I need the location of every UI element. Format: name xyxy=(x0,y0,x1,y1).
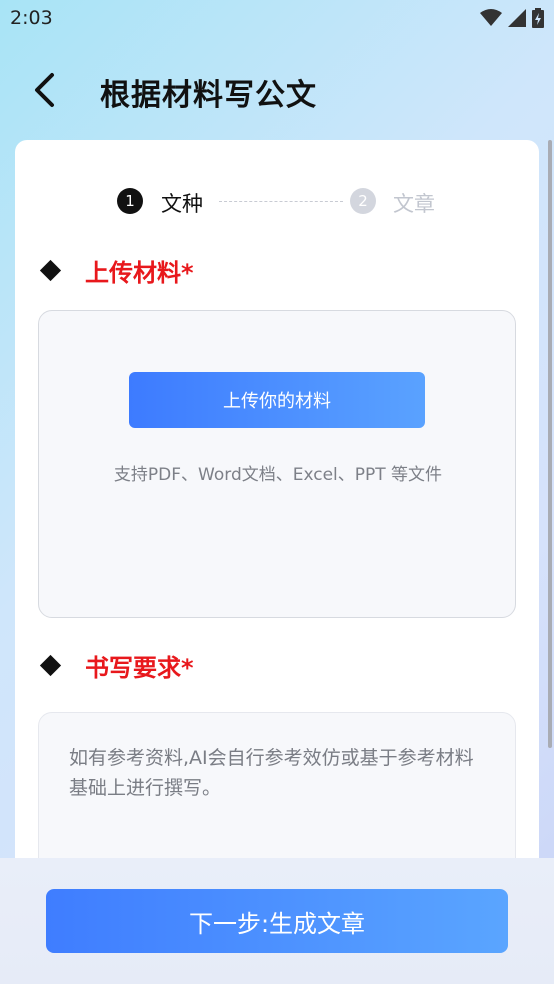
next-step-button[interactable]: 下一步:生成文章 xyxy=(46,889,508,953)
step2-label: 文章 xyxy=(393,192,435,216)
diamond-bullet-icon xyxy=(39,259,62,281)
diamond-bullet-icon xyxy=(39,654,62,676)
form-card: 1 文种 2 文章 上传材料* 上传你的材料 支持PDF、Word文档、Exce… xyxy=(15,140,539,912)
upload-section-label: 上传材料* xyxy=(85,258,194,287)
upload-section-header: 上传材料* xyxy=(39,253,194,287)
status-time: 2:03 xyxy=(10,7,53,29)
requirements-section-header: 书写要求* xyxy=(39,648,194,682)
upload-area[interactable]: 上传你的材料 支持PDF、Word文档、Excel、PPT 等文件 xyxy=(38,310,516,618)
status-bar: 2:03 xyxy=(0,0,554,38)
upload-hint: 支持PDF、Word文档、Excel、PPT 等文件 xyxy=(113,465,443,485)
bottom-bar: 下一步:生成文章 xyxy=(0,858,554,984)
upload-materials-button[interactable]: 上传你的材料 xyxy=(129,372,425,428)
wifi-icon xyxy=(480,9,502,26)
signal-icon xyxy=(508,9,526,27)
back-arrow-icon xyxy=(35,73,54,107)
stepper: 1 文种 2 文章 xyxy=(15,185,539,217)
requirements-placeholder: 如有参考资料,AI会自行参考效仿或基于参考材料基础上进行撰写。 xyxy=(69,747,474,799)
back-button[interactable] xyxy=(24,68,64,112)
requirements-section-label: 书写要求* xyxy=(85,653,194,682)
page-title: 根据材料写公文 xyxy=(100,78,317,113)
step-connector xyxy=(219,201,343,202)
status-icons xyxy=(480,8,544,28)
step1-number: 1 xyxy=(117,188,143,214)
scrollbar[interactable] xyxy=(548,140,552,748)
step1-label: 文种 xyxy=(161,192,203,216)
header: 根据材料写公文 xyxy=(0,60,554,120)
step2-number: 2 xyxy=(350,188,376,214)
battery-icon xyxy=(532,8,544,28)
